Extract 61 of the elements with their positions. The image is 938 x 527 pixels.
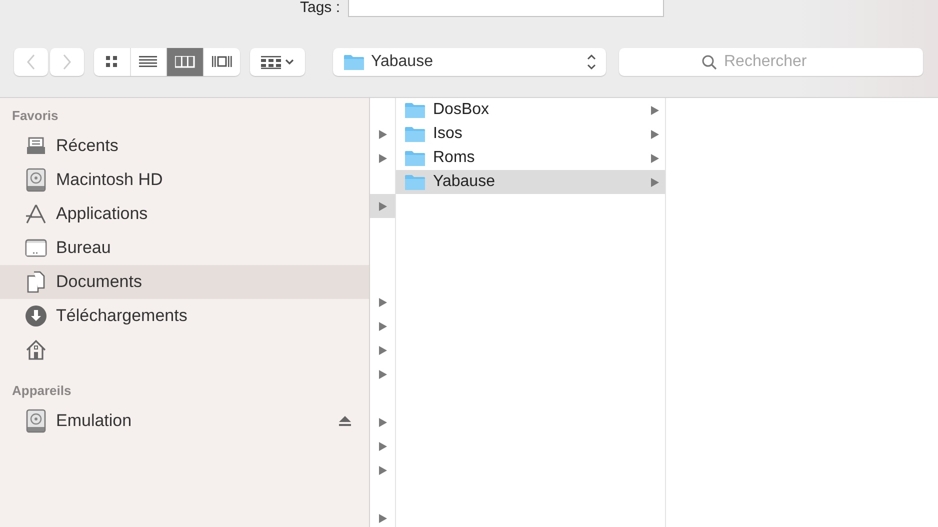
folder-icon <box>404 102 426 118</box>
disclosure-icon[interactable] <box>378 202 386 210</box>
hard-drive-icon <box>26 168 46 192</box>
sidebar-item[interactable]: Récents <box>0 129 369 163</box>
sidebar-item[interactable]: Documents <box>0 265 369 299</box>
section-header: Appareils <box>11 383 72 399</box>
search-field[interactable]: Rechercher <box>619 48 923 76</box>
folder-row[interactable]: Roms <box>396 146 665 170</box>
documents-icon <box>26 271 46 293</box>
sidebar-item[interactable]: Applications <box>0 197 369 231</box>
chevron-icon <box>26 54 36 70</box>
disclosure-icon[interactable] <box>651 154 659 162</box>
up-down-icon <box>587 54 596 70</box>
folder-icon <box>404 174 426 190</box>
coverflow-view-icon <box>212 56 232 68</box>
disclosure-icon[interactable] <box>378 346 386 354</box>
arrange-button[interactable] <box>250 48 305 76</box>
folder-row[interactable]: DosBox <box>396 98 665 122</box>
disclosure-icon[interactable] <box>378 418 386 426</box>
disclosure-icon[interactable] <box>378 442 386 450</box>
disclosure-icon[interactable] <box>378 130 386 138</box>
disclosure-icon[interactable] <box>378 154 386 162</box>
view-button[interactable] <box>204 48 240 76</box>
folder-icon <box>404 126 426 142</box>
sidebar-item[interactable]: Emulation <box>0 404 369 438</box>
sidebar-item[interactable]: Téléchargements <box>0 299 369 333</box>
disclosure-icon[interactable] <box>378 370 386 378</box>
folder-icon <box>404 150 426 166</box>
tags-label: Tags : <box>300 0 340 17</box>
folder-icon <box>343 54 365 70</box>
disclosure-icon[interactable] <box>651 106 659 114</box>
chevron-icon <box>62 54 72 70</box>
tray-icon <box>26 136 46 156</box>
list-view-icon <box>138 56 158 68</box>
sidebar-item[interactable]: Macintosh HD <box>0 163 369 197</box>
tags-field[interactable] <box>348 0 664 17</box>
view-button[interactable] <box>130 48 167 76</box>
section-header: Favoris <box>11 108 60 124</box>
column-view-icon <box>174 56 195 68</box>
disclosure-icon[interactable] <box>378 322 386 330</box>
disclosure-icon[interactable] <box>378 514 386 522</box>
disclosure-icon[interactable] <box>651 130 659 138</box>
disclosure-icon[interactable] <box>378 466 386 474</box>
grid-icon <box>261 56 281 68</box>
hard-drive-icon <box>26 409 46 433</box>
home-icon <box>25 339 47 361</box>
view-button[interactable] <box>94 48 130 76</box>
column-row[interactable] <box>370 194 395 218</box>
disclosure-icon[interactable] <box>651 178 659 186</box>
window-icon <box>25 239 47 257</box>
path-popup[interactable]: Yabause <box>333 48 606 76</box>
disclosure-icon[interactable] <box>378 298 386 306</box>
search-icon <box>702 55 717 70</box>
folder-row[interactable]: Yabause <box>396 170 665 194</box>
eject-icon[interactable] <box>339 416 351 426</box>
folder-row[interactable]: Isos <box>396 122 665 146</box>
compass-tool-icon <box>24 203 48 225</box>
sidebar-item[interactable]: Bureau <box>0 231 369 265</box>
view-button[interactable] <box>167 48 204 76</box>
download-icon <box>25 305 47 327</box>
caret-icon <box>285 59 294 65</box>
